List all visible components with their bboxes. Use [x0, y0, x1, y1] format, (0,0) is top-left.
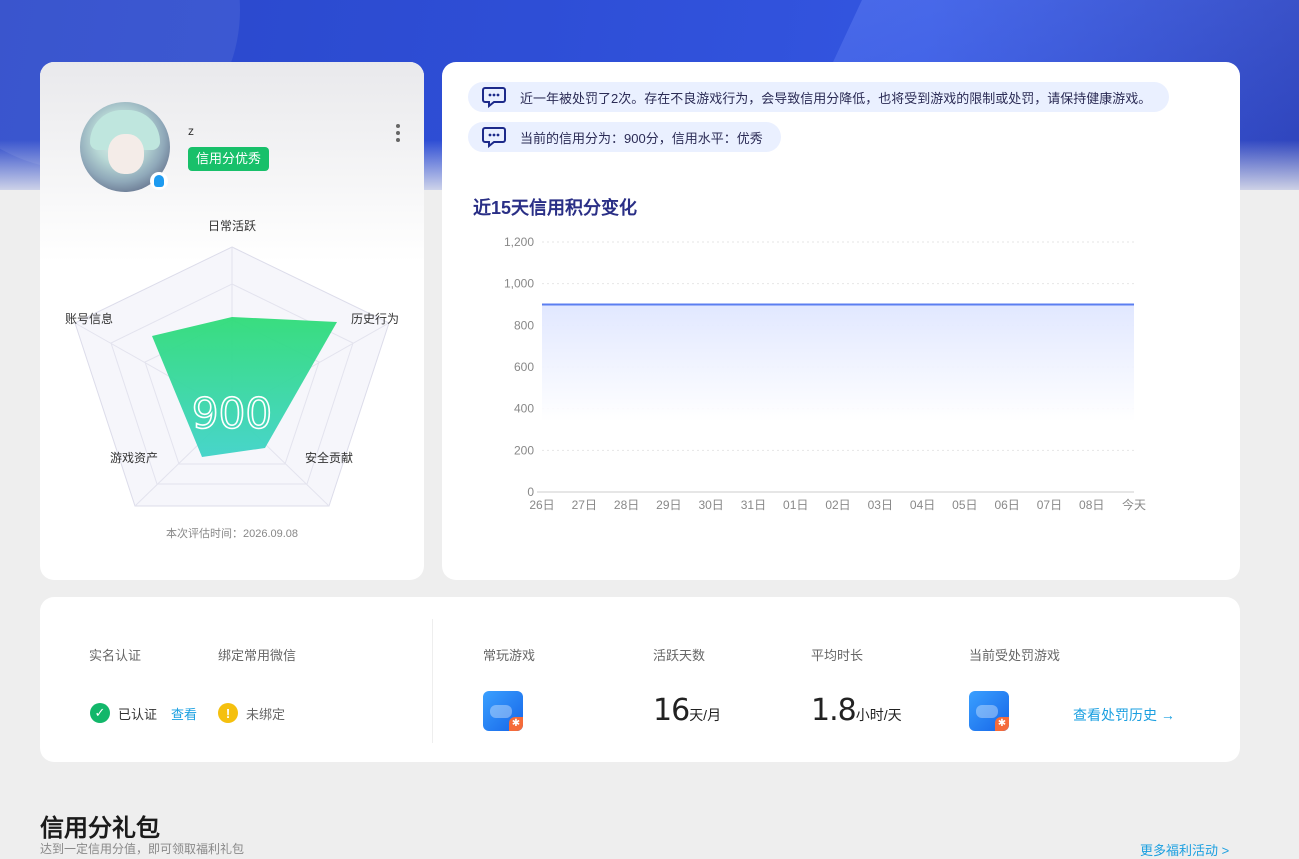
evaluation-time: 本次评估时间：2026.09.08 — [40, 525, 424, 541]
message-icon — [482, 86, 506, 108]
x-tick-label: 31日 — [741, 498, 766, 512]
check-icon: ✓ — [90, 703, 110, 723]
active-days-label: 活跃天数 — [653, 645, 705, 664]
penalty-game-label: 当前受处罚游戏 — [969, 645, 1060, 664]
warning-icon: ! — [218, 703, 238, 723]
active-days: 16天/月 — [653, 693, 721, 728]
credit-notice-card: 近一年被处罚了2次。存在不良游戏行为，会导致信用分降低，也将受到游戏的限制或处罚… — [442, 62, 1240, 580]
x-tick-label: 05日 — [952, 498, 977, 512]
x-tick-label: 06日 — [994, 498, 1019, 512]
radar-label-daily-active: 日常活跃 — [208, 217, 256, 234]
qq-icon — [150, 172, 168, 190]
y-tick-label: 200 — [514, 443, 534, 457]
avg-time-value: 1.8 — [811, 693, 856, 728]
penalty-notice: 近一年被处罚了2次。存在不良游戏行为，会导致信用分降低，也将受到游戏的限制或处罚… — [468, 82, 1169, 112]
view-real-name-link[interactable]: 查看 — [171, 704, 197, 723]
x-tick-label: 01日 — [783, 498, 808, 512]
stats-divider — [432, 619, 433, 743]
current-score-notice: 当前的信用分为：900分，信用水平：优秀 — [468, 122, 781, 152]
nickname: z — [188, 124, 194, 138]
avg-time: 1.8小时/天 — [811, 693, 902, 728]
credit-trend-chart: 0 200 400 600 800 1,000 1,200 26日 27日 28日 29日 30日 31… — [442, 232, 1240, 532]
x-tick-label: 03日 — [868, 498, 893, 512]
radar-chart: 900 — [40, 212, 424, 512]
x-tick-label: 今天 — [1122, 497, 1146, 512]
wechat-status-text: 未绑定 — [246, 704, 285, 723]
fav-game-label: 常玩游戏 — [483, 645, 535, 664]
avg-time-label: 平均时长 — [811, 645, 863, 664]
x-tick-label: 28日 — [614, 498, 639, 512]
more-activities-link[interactable]: 更多福利活动 > — [1140, 840, 1229, 859]
penalty-game-icon[interactable]: ✱ — [969, 691, 1009, 731]
penalty-history-link[interactable]: 查看处罚历史 → — [1073, 705, 1175, 725]
active-days-value: 16 — [653, 693, 689, 728]
real-name-label: 实名认证 — [89, 645, 141, 664]
y-tick-label: 1,200 — [504, 235, 534, 249]
fav-game-icon[interactable]: ✱ — [483, 691, 523, 731]
x-tick-label: 02日 — [825, 498, 850, 512]
x-tick-label: 29日 — [656, 498, 681, 512]
credit-level-badge: 信用分优秀 — [188, 147, 269, 171]
more-options-icon[interactable] — [392, 124, 404, 146]
series-area — [542, 305, 1134, 423]
radar-label-assets: 游戏资产 — [110, 449, 158, 466]
x-tick-label: 08日 — [1079, 498, 1104, 512]
radar-label-security: 安全贡献 — [305, 449, 353, 466]
gift-section-title: 信用分礼包 — [40, 808, 160, 843]
profile-card: z 信用分优秀 900 日常活跃 历史行为 安全贡献 游戏资产 账号信息 本次评… — [40, 62, 424, 580]
avg-time-unit: 小时/天 — [856, 707, 902, 723]
avatar-face — [108, 134, 144, 174]
chart-title: 近15天信用积分变化 — [473, 194, 637, 220]
x-tick-label: 07日 — [1037, 498, 1062, 512]
y-tick-label: 800 — [514, 318, 534, 332]
penalty-notice-text: 近一年被处罚了2次。存在不良游戏行为，会导致信用分降低，也将受到游戏的限制或处罚… — [520, 88, 1151, 107]
y-tick-label: 0 — [527, 485, 534, 499]
real-name-status-text: 已认证 — [118, 704, 157, 723]
real-name-status: ✓ 已认证 查看 — [90, 703, 197, 723]
wechat-status: ! 未绑定 — [218, 703, 285, 723]
current-score-text: 当前的信用分为：900分，信用水平：优秀 — [520, 128, 763, 147]
x-tick-label: 04日 — [910, 498, 935, 512]
x-tick-label: 27日 — [572, 498, 597, 512]
y-tick-label: 1,000 — [504, 277, 534, 291]
x-tick-label: 26日 — [529, 498, 554, 512]
active-days-unit: 天/月 — [689, 707, 721, 723]
radar-label-history: 历史行为 — [351, 310, 399, 327]
wechat-label: 绑定常用微信 — [218, 645, 296, 664]
x-tick-label: 30日 — [698, 498, 723, 512]
account-stats-card: 实名认证 绑定常用微信 ✓ 已认证 查看 ! 未绑定 常玩游戏 ✱ 活跃天数 1… — [40, 597, 1240, 762]
gift-section-subtitle: 达到一定信用分值，即可领取福利礼包 — [40, 840, 244, 857]
radar-score: 900 — [192, 389, 272, 438]
y-tick-label: 400 — [514, 402, 534, 416]
y-tick-label: 600 — [514, 360, 534, 374]
message-icon — [482, 126, 506, 148]
radar-label-account: 账号信息 — [65, 310, 113, 327]
